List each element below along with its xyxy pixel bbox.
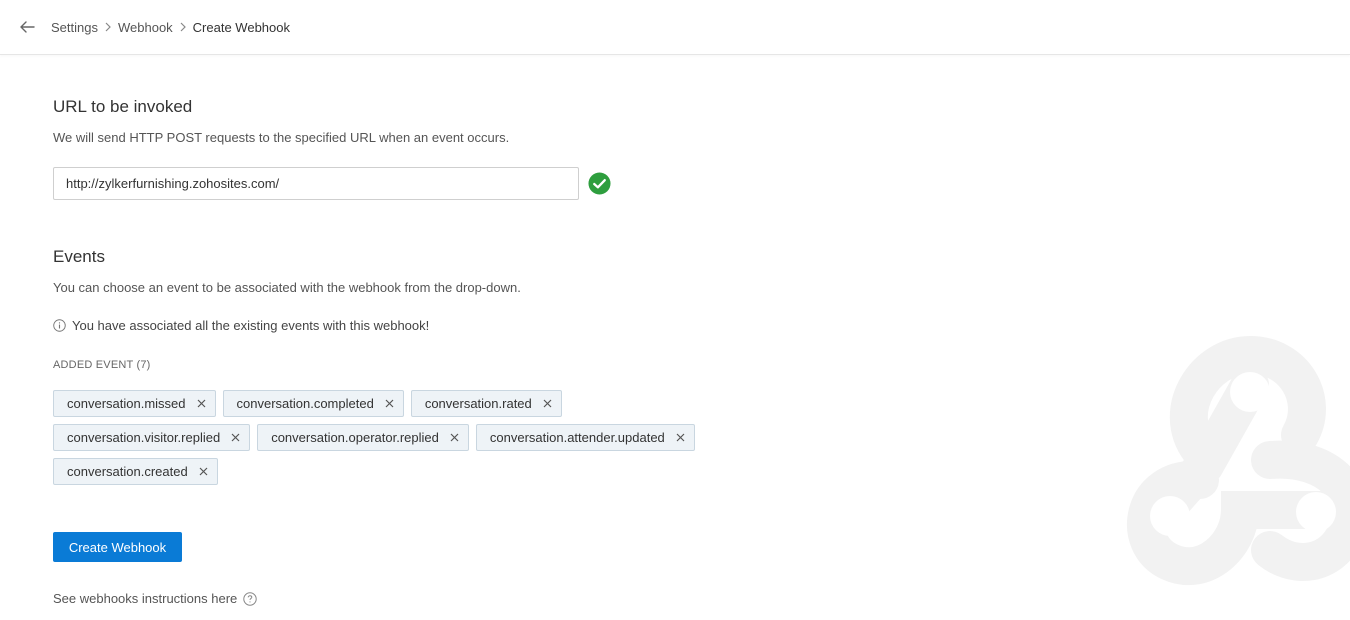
back-button[interactable] bbox=[16, 16, 38, 38]
event-tag-label: conversation.completed bbox=[236, 396, 374, 411]
info-message: You have associated all the existing eve… bbox=[53, 318, 429, 333]
info-icon bbox=[53, 319, 66, 332]
breadcrumb-webhook[interactable]: Webhook bbox=[118, 20, 173, 35]
arrow-left-icon bbox=[20, 21, 35, 33]
events-section-title: Events bbox=[53, 247, 105, 266]
breadcrumb-current: Create Webhook bbox=[192, 19, 290, 35]
close-icon[interactable] bbox=[198, 466, 209, 477]
check-circle-icon bbox=[588, 172, 611, 195]
event-tag-label: conversation.rated bbox=[424, 396, 532, 411]
url-section-description: We will send HTTP POST requests to the s… bbox=[53, 130, 510, 145]
event-tag-label: conversation.missed bbox=[67, 396, 186, 411]
event-tag-label: conversation.created bbox=[67, 464, 188, 479]
close-icon[interactable] bbox=[675, 432, 686, 443]
event-tag: conversation.rated bbox=[410, 390, 562, 417]
close-icon[interactable] bbox=[196, 398, 207, 409]
close-icon[interactable] bbox=[449, 432, 460, 443]
info-message-text: You have associated all the existing eve… bbox=[72, 318, 430, 333]
url-input[interactable] bbox=[53, 167, 579, 200]
event-tag-label: conversation.visitor.replied bbox=[67, 430, 221, 445]
close-icon[interactable] bbox=[230, 432, 241, 443]
instructions-text[interactable]: See webhooks instructions here bbox=[53, 591, 237, 606]
close-icon[interactable] bbox=[542, 398, 553, 409]
chevron-right-icon bbox=[105, 22, 111, 32]
breadcrumb-settings[interactable]: Settings bbox=[51, 20, 98, 35]
event-tag: conversation.completed bbox=[222, 390, 404, 417]
event-tag: conversation.operator.replied bbox=[257, 424, 469, 451]
create-webhook-button[interactable]: Create Webhook bbox=[53, 532, 182, 562]
chevron-right-icon bbox=[180, 22, 186, 32]
event-tag: conversation.missed bbox=[53, 390, 216, 417]
event-tag-label: conversation.attender.updated bbox=[489, 430, 665, 445]
event-tag: conversation.visitor.replied bbox=[53, 424, 251, 451]
event-tag: conversation.created bbox=[53, 458, 218, 485]
top-bar: Settings Webhook Create Webhook bbox=[0, 0, 1350, 55]
question-icon[interactable] bbox=[243, 591, 257, 606]
webhook-icon bbox=[1127, 335, 1350, 586]
added-events-label: ADDED EVENT (7) bbox=[53, 359, 151, 371]
breadcrumb: Settings Webhook Create Webhook bbox=[51, 18, 290, 36]
event-tag-label: conversation.operator.replied bbox=[271, 430, 439, 445]
close-icon[interactable] bbox=[384, 398, 395, 409]
url-section-title: URL to be invoked bbox=[53, 97, 193, 116]
events-section-description: You can choose an event to be associated… bbox=[53, 280, 521, 295]
instructions: See webhooks instructions here bbox=[53, 591, 257, 606]
event-tags: conversation.missed conversation.complet… bbox=[53, 390, 713, 485]
event-tag: conversation.attender.updated bbox=[475, 424, 695, 451]
